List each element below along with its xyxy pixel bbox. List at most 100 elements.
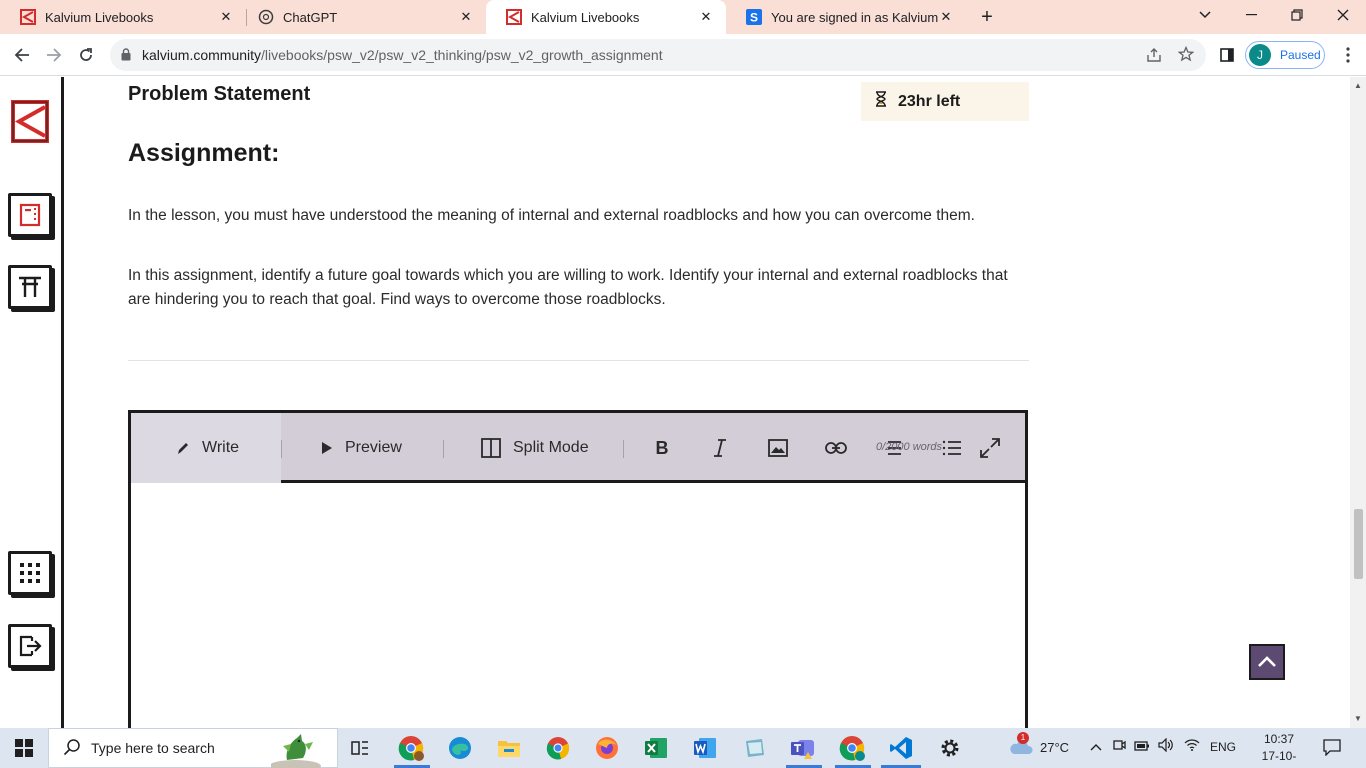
tab-strip: Kalvium Livebooks ✕ ChatGPT ✕ Kalvium Li… xyxy=(0,0,1366,34)
lock-icon[interactable] xyxy=(121,48,131,66)
search-placeholder: Type here to search xyxy=(91,740,215,756)
kalvium-logo-icon xyxy=(20,9,36,25)
tab-kalvium-active[interactable]: Kalvium Livebooks ✕ xyxy=(486,0,726,34)
weather-widget[interactable]: 1 27°C xyxy=(1008,732,1070,756)
wifi-icon[interactable] xyxy=(1184,739,1200,754)
apps-grid-icon[interactable] xyxy=(8,551,52,595)
tab-kalvium-1[interactable]: Kalvium Livebooks ✕ xyxy=(0,0,246,34)
task-view-icon[interactable] xyxy=(346,734,374,762)
tab-split-label: Split Mode xyxy=(513,439,589,456)
minimize-button[interactable] xyxy=(1228,0,1274,30)
tab-split-mode[interactable]: Split Mode xyxy=(481,413,589,483)
excel-icon[interactable] xyxy=(642,734,670,762)
tab-title: Kalvium Livebooks xyxy=(531,9,640,25)
new-tab-button[interactable]: + xyxy=(976,6,998,28)
vscode-icon[interactable] xyxy=(887,734,915,762)
toolbar-separator xyxy=(443,440,444,458)
weather-temp: 27°C xyxy=(1040,739,1070,755)
tab-preview[interactable]: Preview xyxy=(321,413,402,483)
scrollbar-thumb[interactable] xyxy=(1354,509,1363,579)
tab-search-icon[interactable] xyxy=(1182,0,1228,30)
main-content: Problem Statement 23hr left Assignment: … xyxy=(64,77,1350,728)
close-icon[interactable]: ✕ xyxy=(218,9,234,25)
problem-statement-heading: Problem Statement xyxy=(128,83,311,105)
taskbar-search[interactable]: Type here to search xyxy=(48,728,338,768)
gate-icon[interactable] xyxy=(8,265,52,309)
scroll-up-arrow-icon[interactable]: ▲ xyxy=(1354,81,1362,90)
system-tray: ENG xyxy=(1090,737,1236,755)
tab-title: ChatGPT xyxy=(283,9,338,25)
battery-icon[interactable] xyxy=(1134,740,1150,754)
split-view-icon xyxy=(481,438,501,458)
profile-status: Paused xyxy=(1280,48,1321,62)
lesson-paragraph: In the lesson, you must have understood … xyxy=(128,207,975,224)
close-icon[interactable]: ✕ xyxy=(458,9,474,25)
site-s-icon: S xyxy=(746,9,762,25)
scroll-to-top-button[interactable] xyxy=(1249,644,1285,680)
clock[interactable]: 10:37 17-10-2023 xyxy=(1250,731,1308,768)
settings-gear-icon[interactable] xyxy=(936,734,964,762)
tab-title: You are signed in as Kalvium9 xyxy=(771,9,938,25)
page-scrollbar[interactable]: ▲ ▼ xyxy=(1350,77,1366,728)
menu-icon[interactable] xyxy=(1334,41,1362,69)
answer-textarea[interactable] xyxy=(131,486,1025,728)
weather-alert-badge: 1 xyxy=(1017,732,1029,744)
kalvium-logo[interactable] xyxy=(11,100,49,143)
restore-button[interactable] xyxy=(1274,0,1320,30)
edge-icon[interactable] xyxy=(446,734,474,762)
left-sidebar xyxy=(0,77,64,728)
hourglass-icon xyxy=(875,91,887,112)
language-indicator[interactable]: ENG xyxy=(1210,740,1236,754)
word-count: 0/2000 words xyxy=(876,441,943,453)
time-left-text: 23hr left xyxy=(898,92,961,110)
italic-icon[interactable] xyxy=(707,435,733,461)
teams-icon[interactable] xyxy=(789,734,817,762)
windows-taskbar: Type here to search 1 27°C ENG 10:37 17-… xyxy=(0,728,1366,768)
divider xyxy=(128,360,1029,361)
share-icon[interactable] xyxy=(1146,47,1162,68)
bold-icon[interactable]: B xyxy=(649,435,675,461)
side-panel-icon[interactable] xyxy=(1213,41,1241,69)
close-icon[interactable]: ✕ xyxy=(938,9,954,25)
meet-now-icon[interactable] xyxy=(1112,738,1126,755)
firefox-icon[interactable] xyxy=(593,734,621,762)
image-icon[interactable] xyxy=(765,435,791,461)
assignment-heading: Assignment: xyxy=(128,139,280,167)
livebook-icon[interactable] xyxy=(8,193,52,237)
reload-icon[interactable] xyxy=(72,41,100,69)
profile-button[interactable]: J Paused xyxy=(1245,41,1325,69)
notification-icon[interactable] xyxy=(1322,738,1344,758)
toolbar-separator xyxy=(281,440,282,458)
tab-signed-in[interactable]: S You are signed in as Kalvium9 ✕ xyxy=(726,0,966,34)
tab-write[interactable]: Write xyxy=(131,413,281,483)
scroll-down-arrow-icon[interactable]: ▼ xyxy=(1354,714,1362,723)
close-icon[interactable]: ✕ xyxy=(698,9,714,25)
chrome-icon[interactable] xyxy=(544,734,572,762)
bookmark-star-icon[interactable] xyxy=(1177,45,1195,67)
tab-preview-label: Preview xyxy=(345,439,402,456)
address-bar[interactable]: kalvium.community/livebooks/psw_v2/psw_v… xyxy=(110,39,1206,71)
fullscreen-icon[interactable] xyxy=(977,435,1003,461)
file-explorer-icon[interactable] xyxy=(495,734,523,762)
windows-start-icon[interactable] xyxy=(0,728,48,768)
avatar: J xyxy=(1249,44,1271,66)
link-icon[interactable] xyxy=(823,435,849,461)
markdown-editor: Write Preview Split Mode B 0/2000 words xyxy=(128,410,1028,728)
volume-icon[interactable] xyxy=(1158,737,1174,755)
close-window-button[interactable] xyxy=(1320,0,1366,30)
forward-icon[interactable] xyxy=(40,41,68,69)
svg-text:S: S xyxy=(750,11,758,25)
bullet-list-icon[interactable] xyxy=(939,435,965,461)
notepad-icon[interactable] xyxy=(740,734,768,762)
search-icon xyxy=(63,738,81,759)
dragon-search-highlight-icon xyxy=(269,732,321,768)
logout-icon[interactable] xyxy=(8,624,52,668)
clock-date: 17-10-2023 xyxy=(1261,749,1297,768)
word-icon[interactable] xyxy=(691,734,719,762)
chevron-up-icon[interactable] xyxy=(1090,740,1102,754)
chrome-profile-2-icon[interactable] xyxy=(838,734,866,762)
chrome-profile-icon[interactable] xyxy=(397,734,425,762)
back-icon[interactable] xyxy=(8,41,36,69)
tab-write-label: Write xyxy=(202,439,240,456)
tab-chatgpt[interactable]: ChatGPT ✕ xyxy=(238,0,486,34)
